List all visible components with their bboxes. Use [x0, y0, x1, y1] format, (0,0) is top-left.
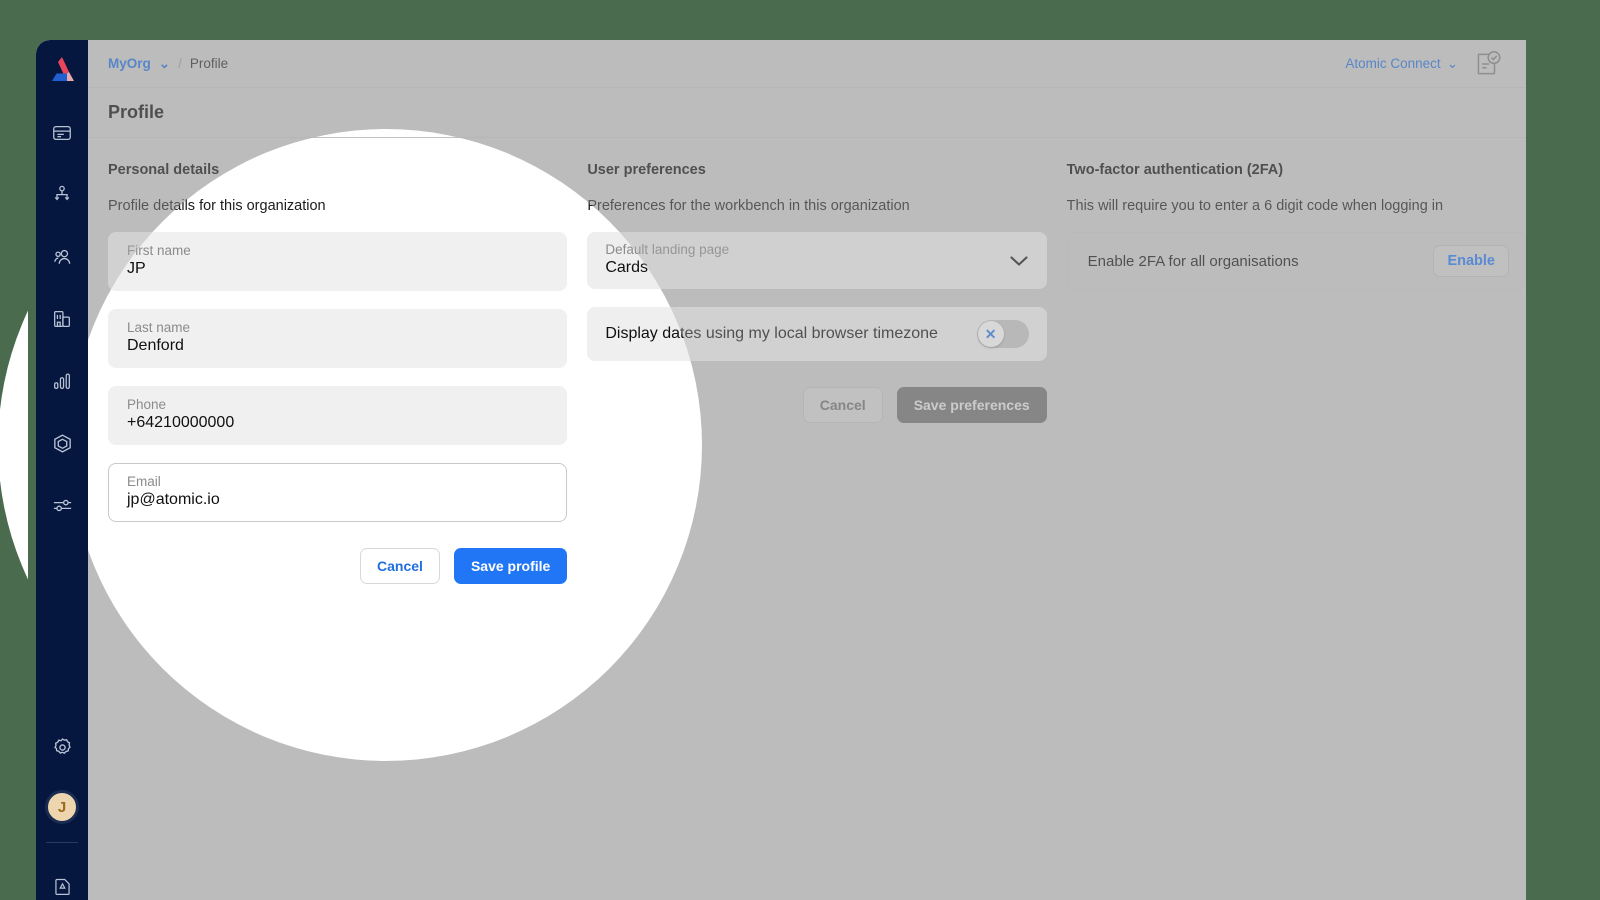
- last-name-label: Last name: [127, 320, 191, 335]
- sidebar-item-flows[interactable]: [42, 175, 82, 215]
- enable-2fa-label: Enable 2FA for all organisations: [1087, 252, 1299, 270]
- page-title-band: Profile: [88, 88, 1526, 138]
- email-field[interactable]: Email jp@atomic.io: [108, 463, 568, 522]
- chevron-down-icon: ⌄: [1446, 55, 1458, 71]
- main-content: Personal details Profile details for thi…: [88, 138, 1526, 900]
- breadcrumb-current: Profile: [189, 56, 229, 71]
- cancel-preferences-button[interactable]: Cancel: [802, 387, 883, 423]
- chevron-down-icon[interactable]: ⌄: [159, 56, 170, 72]
- last-name-value: Denford: [127, 337, 184, 354]
- app-window: J MyOrg ⌄ / Profile Atomic Connect ⌄ Pro…: [36, 40, 1526, 900]
- sidebar-item-settings-sliders[interactable]: [42, 485, 82, 525]
- org-selector-label: Atomic Connect: [1345, 56, 1441, 71]
- page-title: Profile: [108, 102, 165, 122]
- chevron-down-icon: [1009, 254, 1029, 267]
- two-factor-subheading: This will require you to enter a 6 digit…: [1066, 198, 1444, 214]
- personal-details-actions: Cancel Save profile: [108, 548, 568, 584]
- last-name-field[interactable]: Last name Denford: [108, 309, 568, 368]
- breadcrumb: MyOrg ⌄ / Profile: [108, 56, 228, 72]
- top-bar-right: Atomic Connect ⌄: [1345, 49, 1502, 79]
- default-landing-page-value: Cards: [605, 259, 649, 276]
- breadcrumb-org[interactable]: MyOrg: [108, 56, 151, 71]
- sidebar-item-analytics[interactable]: [42, 361, 82, 401]
- sidebar-item-cards[interactable]: [42, 113, 82, 153]
- phone-field[interactable]: Phone +64210000000: [108, 386, 568, 445]
- toggle-knob-x-icon: ✕: [977, 321, 1004, 347]
- user-preferences-subheading: Preferences for the workbench in this or…: [587, 198, 910, 214]
- user-preferences-actions: Cancel Save preferences: [587, 387, 1047, 423]
- user-preferences-section: User preferences Preferences for the wor…: [587, 162, 1047, 900]
- two-factor-section: Two-factor authentication (2FA) This wil…: [1066, 162, 1526, 900]
- org-selector[interactable]: Atomic Connect ⌄: [1345, 56, 1458, 72]
- first-name-value: JP: [127, 260, 146, 277]
- default-landing-page-select[interactable]: Default landing page Cards: [587, 232, 1047, 289]
- timezone-toggle[interactable]: ✕: [976, 320, 1029, 348]
- first-name-field[interactable]: First name JP: [108, 232, 568, 291]
- first-name-label: First name: [127, 243, 191, 258]
- personal-details-section: Personal details Profile details for thi…: [108, 162, 568, 900]
- timezone-preference-row: Display dates using my local browser tim…: [587, 307, 1047, 361]
- docs-icon[interactable]: [42, 866, 82, 900]
- enable-2fa-button[interactable]: Enable: [1433, 245, 1509, 277]
- avatar[interactable]: J: [45, 790, 79, 824]
- sidebar-item-organisations[interactable]: [42, 299, 82, 339]
- personal-details-subheading: Profile details for this organization: [108, 198, 326, 214]
- top-bar: MyOrg ⌄ / Profile Atomic Connect ⌄: [88, 40, 1526, 88]
- enable-2fa-panel: Enable 2FA for all organisations Enable: [1066, 232, 1526, 290]
- email-label: Email: [127, 474, 161, 489]
- sidebar-item-customers[interactable]: [42, 237, 82, 277]
- sidebar-divider: [46, 842, 78, 843]
- phone-label: Phone: [127, 397, 167, 412]
- sidebar-item-settings[interactable]: [42, 727, 82, 767]
- atomic-logo[interactable]: [45, 52, 79, 86]
- phone-value: +64210000000: [127, 414, 235, 431]
- cancel-profile-button[interactable]: Cancel: [360, 548, 440, 584]
- sidebar-item-targeting[interactable]: [42, 423, 82, 463]
- screen: J MyOrg ⌄ / Profile Atomic Connect ⌄ Pro…: [0, 0, 1600, 900]
- document-check-icon[interactable]: [1472, 49, 1502, 79]
- timezone-preference-label: Display dates using my local browser tim…: [605, 325, 938, 342]
- two-factor-heading: Two-factor authentication (2FA): [1066, 162, 1284, 178]
- save-profile-button[interactable]: Save profile: [453, 548, 568, 584]
- default-landing-page-label: Default landing page: [605, 242, 730, 257]
- breadcrumb-separator: /: [178, 56, 182, 71]
- user-preferences-heading: User preferences: [587, 162, 706, 178]
- personal-details-heading: Personal details: [108, 162, 220, 178]
- email-value: jp@atomic.io: [127, 491, 220, 508]
- sidebar: J: [36, 40, 88, 900]
- save-preferences-button[interactable]: Save preferences: [896, 387, 1047, 423]
